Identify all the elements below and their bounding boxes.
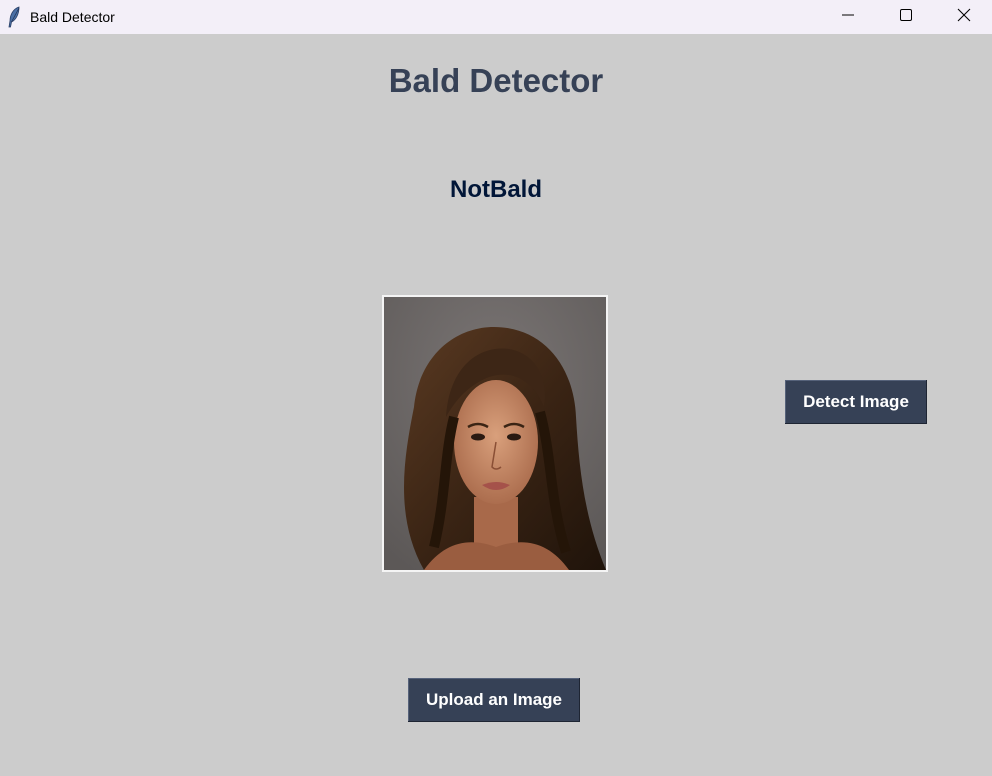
- minimize-icon: [842, 8, 854, 26]
- maximize-icon: [900, 8, 912, 26]
- result-label: NotBald: [450, 176, 542, 203]
- upload-image-button[interactable]: Upload an Image: [408, 678, 580, 722]
- window-title: Bald Detector: [30, 9, 115, 25]
- title-bar[interactable]: Bald Detector: [0, 0, 992, 34]
- minimize-button[interactable]: [819, 0, 877, 34]
- page-title: Bald Detector: [388, 62, 604, 99]
- main-content: Bald Detector NotBald Detect Image Uploa…: [0, 34, 992, 776]
- portrait-photo: [384, 297, 606, 570]
- close-button[interactable]: [935, 0, 992, 34]
- feather-icon: [7, 6, 21, 28]
- uploaded-image: [382, 295, 608, 572]
- app-window: Bald Detector Bald Detector NotBald Dete…: [0, 0, 992, 776]
- close-icon: [957, 8, 971, 27]
- detect-image-button[interactable]: Detect Image: [785, 380, 927, 424]
- maximize-button[interactable]: [877, 0, 935, 34]
